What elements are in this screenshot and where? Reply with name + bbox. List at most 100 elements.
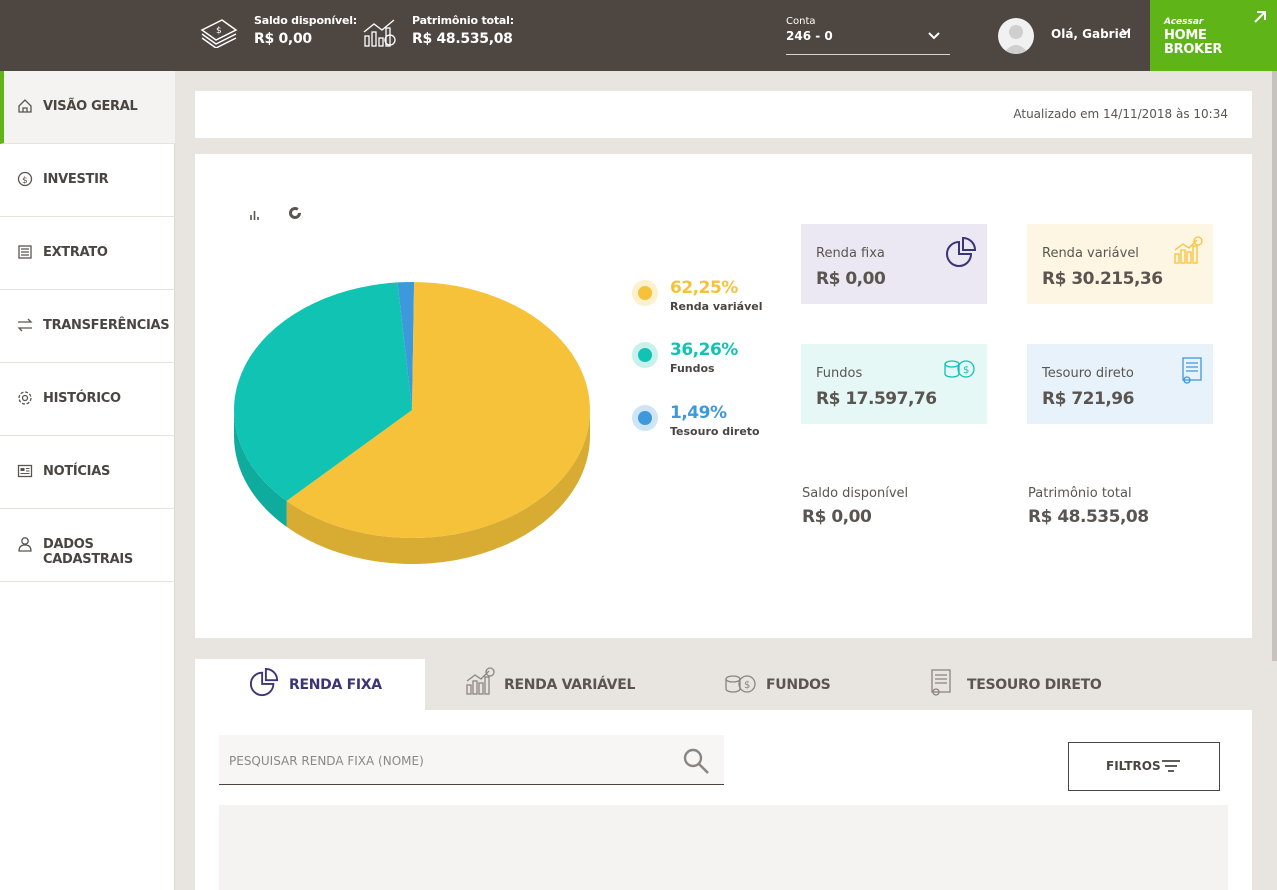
home-broker-pre: Acessar	[1164, 17, 1204, 27]
saldo-value: R$ 0,00	[254, 31, 312, 47]
coin-icon: $	[17, 171, 33, 187]
category-tesouro-direto[interactable]: Tesouro direto R$ 721,96	[1027, 344, 1213, 424]
tab-label: TESOURO DIRETO	[967, 677, 1102, 693]
category-name: Tesouro direto	[1042, 366, 1134, 381]
summary-patrimonio: Patrimônio total R$ 48.535,08	[1028, 486, 1149, 527]
coins-icon: $	[944, 360, 975, 378]
money-stack-icon: $	[200, 19, 238, 48]
search-icon[interactable]	[682, 747, 710, 775]
user-icon	[18, 537, 32, 552]
tab-renda-variavel[interactable]: RENDA VARIÁVEL	[460, 659, 660, 710]
sidebar-item-label: INVESTIR	[43, 172, 109, 187]
sidebar-item-visao-geral[interactable]: VISÃO GERAL	[0, 71, 175, 144]
tab-label: RENDA FIXA	[289, 677, 382, 693]
filters-button[interactable]: FILTROS	[1068, 742, 1220, 791]
sidebar-item-label: DADOS CADASTRAIS	[43, 537, 133, 567]
svg-text:$: $	[744, 680, 750, 691]
patrimonio-label: Patrimônio total:	[412, 14, 514, 27]
external-arrow-icon	[1254, 11, 1266, 23]
sidebar-item-dados-cadastrais[interactable]: DADOS CADASTRAIS	[0, 509, 175, 582]
home-icon	[18, 99, 32, 113]
category-value: R$ 721,96	[1042, 389, 1134, 409]
legend-percent: 1,49%	[670, 403, 727, 423]
sidebar-item-extrato[interactable]: EXTRATO	[0, 217, 175, 290]
legend-percent: 36,26%	[670, 340, 738, 360]
avatar[interactable]	[998, 18, 1034, 54]
bar-chart-icon[interactable]	[250, 209, 262, 221]
search-field[interactable]: PESQUISAR RENDA FIXA (NOME)	[219, 735, 724, 785]
news-icon	[17, 464, 33, 478]
update-bar: Atualizado em 14/11/2018 às 10:34	[195, 91, 1252, 138]
legend-dot	[632, 405, 658, 431]
category-value: R$ 17.597,76	[816, 389, 937, 409]
user-greeting[interactable]: Olá, Gabriel	[1051, 27, 1131, 41]
svg-text:$: $	[216, 26, 222, 36]
account-label: Conta	[786, 16, 816, 27]
filters-label: FILTROS	[1106, 759, 1161, 773]
sidebar-item-investir[interactable]: $ INVESTIR	[0, 144, 175, 217]
pie-chart-icon	[946, 236, 977, 267]
legend-name: Renda variável	[670, 300, 763, 313]
growth-chart-icon	[363, 19, 396, 47]
growth-chart-icon	[1174, 236, 1203, 264]
category-renda-variavel[interactable]: Renda variável R$ 30.215,36	[1027, 224, 1213, 304]
legend-dot	[632, 280, 658, 306]
sidebar-item-label: VISÃO GERAL	[43, 99, 138, 114]
tab-renda-fixa[interactable]: RENDA FIXA	[195, 659, 425, 710]
filter-icon	[1162, 760, 1180, 772]
donut-chart-icon[interactable]	[288, 206, 302, 220]
category-name: Fundos	[816, 366, 863, 381]
scrollbar[interactable]	[1272, 71, 1277, 661]
category-name: Renda variável	[1042, 246, 1139, 261]
sidebar-item-label: NOTÍCIAS	[43, 464, 111, 479]
summary-saldo: Saldo disponível R$ 0,00	[802, 486, 908, 527]
certificate-icon	[1182, 357, 1202, 384]
legend-dot	[632, 342, 658, 368]
tab-label: RENDA VARIÁVEL	[504, 677, 636, 693]
chevron-down-icon[interactable]	[1121, 27, 1131, 35]
account-value: 246 - 0	[786, 29, 833, 43]
category-renda-fixa[interactable]: Renda fixa R$ 0,00	[801, 224, 987, 304]
tab-fundos[interactable]: $ FUNDOS	[722, 659, 862, 710]
search-input[interactable]: PESQUISAR RENDA FIXA (NOME)	[229, 754, 424, 768]
category-value: R$ 30.215,36	[1042, 269, 1163, 289]
home-broker-label: HOME BROKER	[1164, 29, 1222, 57]
tab-label: FUNDOS	[766, 677, 831, 693]
saldo-label: Saldo disponível:	[254, 14, 358, 27]
sidebar-item-label: TRANSFERÊNCIAS	[43, 318, 170, 333]
certificate-icon	[931, 669, 951, 696]
home-broker-line1: HOME	[1164, 28, 1207, 43]
sidebar: VISÃO GERAL $ INVESTIR EXTRATO TRANSFERÊ…	[0, 71, 175, 890]
summary-patrimonio-value: R$ 48.535,08	[1028, 507, 1149, 527]
allocation-pie-chart	[234, 282, 590, 564]
sidebar-item-label: EXTRATO	[43, 245, 108, 260]
tab-tesouro-direto[interactable]: TESOURO DIRETO	[930, 659, 1130, 710]
home-broker-button[interactable]: Acessar HOME BROKER	[1150, 0, 1277, 71]
top-bar: $ Saldo disponível: R$ 0,00 Patrimônio t…	[0, 0, 1277, 71]
updated-timestamp: Atualizado em 14/11/2018 às 10:34	[1013, 107, 1228, 121]
sidebar-item-label: HISTÓRICO	[43, 391, 121, 406]
category-name: Renda fixa	[816, 246, 885, 261]
patrimonio-value: R$ 48.535,08	[412, 31, 513, 47]
gear-icon	[18, 391, 32, 405]
category-fundos[interactable]: Fundos R$ 17.597,76 $	[801, 344, 987, 424]
growth-chart-icon	[466, 667, 495, 695]
summary-saldo-label: Saldo disponível	[802, 486, 909, 501]
transfer-icon	[17, 318, 33, 332]
sidebar-item-transferencias[interactable]: TRANSFERÊNCIAS	[0, 290, 175, 363]
list-icon	[18, 245, 32, 259]
results-area	[219, 805, 1228, 890]
legend-name: Fundos	[670, 362, 715, 375]
legend-name: Tesouro direto	[670, 425, 760, 438]
svg-text:$: $	[22, 176, 28, 186]
account-selector[interactable]: Conta 246 - 0	[786, 16, 950, 55]
home-broker-line2: BROKER	[1164, 42, 1223, 57]
pie-chart-icon	[249, 667, 279, 697]
sidebar-item-historico[interactable]: HISTÓRICO	[0, 363, 175, 436]
chevron-down-icon	[928, 32, 940, 40]
coins-icon: $	[725, 675, 756, 693]
category-value: R$ 0,00	[816, 269, 886, 289]
summary-patrimonio-label: Patrimônio total	[1028, 486, 1132, 501]
summary-saldo-value: R$ 0,00	[802, 507, 872, 527]
sidebar-item-noticias[interactable]: NOTÍCIAS	[0, 436, 175, 509]
